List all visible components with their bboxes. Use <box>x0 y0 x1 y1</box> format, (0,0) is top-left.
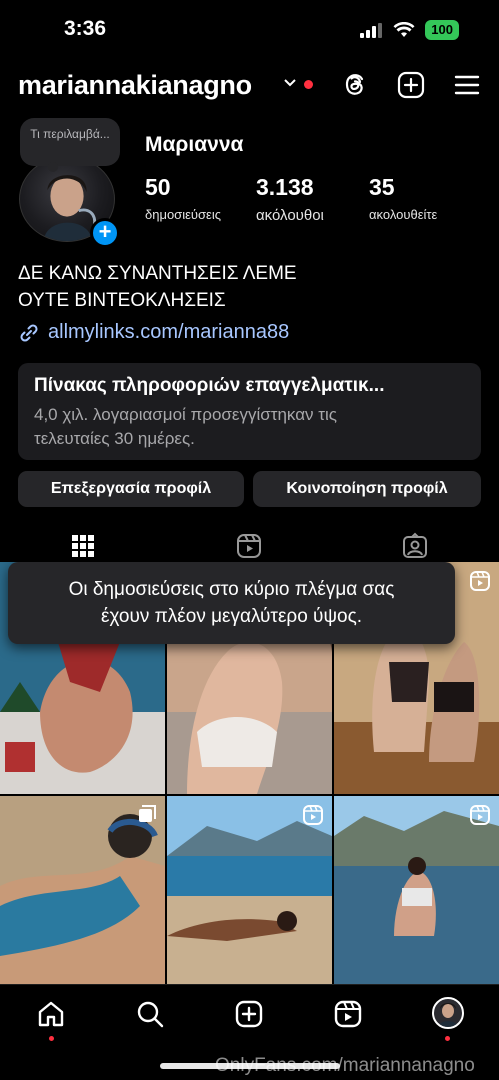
reel-badge-icon <box>303 805 323 825</box>
stat-label: δημοσιεύσεις <box>145 207 221 222</box>
battery-indicator: 100 <box>425 20 459 40</box>
edit-profile-button[interactable]: Επεξεργασία προφίλ <box>18 471 244 507</box>
search-icon[interactable] <box>135 999 165 1029</box>
cellular-signal-icon <box>360 23 383 38</box>
note-text: Τι περιλαμβά... <box>30 127 110 141</box>
grid-post[interactable] <box>167 796 332 984</box>
bio-line: ΟΥΤΕ ΒΙΝΤΕΟΚΛΗΣΕΙΣ <box>18 290 226 311</box>
notification-dot <box>304 80 313 89</box>
home-notification-dot <box>49 1036 54 1041</box>
grid-post[interactable] <box>334 796 499 984</box>
stat-value: 50 <box>145 174 171 200</box>
tooltip-line: Οι δημοσιεύσεις στο κύριο πλέγμα σας <box>68 579 395 600</box>
account-switcher-username[interactable]: mariannakianagno <box>18 70 252 101</box>
dashboard-subtitle-line: τελευταίες 30 ημέρες. <box>34 429 195 448</box>
stat-value: 3.138 <box>256 174 314 200</box>
reels-tab-icon[interactable] <box>235 532 263 560</box>
reel-badge-icon <box>470 571 490 591</box>
stat-label: ακολουθείτε <box>369 207 438 222</box>
bio-link[interactable]: allmylinks.com/marianna88 <box>18 321 289 344</box>
bio-line: ΔΕ ΚΑΝΩ ΣΥΝΑΝΤΗΣΕΙΣ ΛΕΜΕ <box>18 263 297 284</box>
grid-icon[interactable] <box>69 532 97 560</box>
stat-posts[interactable]: 50 δημοσιεύσεις <box>145 174 221 222</box>
stat-label: ακόλουθοι <box>256 207 324 224</box>
profile-header: mariannakianagno <box>0 64 499 108</box>
stat-value: 35 <box>369 174 395 200</box>
wifi-icon <box>393 22 415 37</box>
dashboard-title: Πίνακας πληροφοριών επαγγελματικ... <box>34 375 385 396</box>
dashboard-subtitle: 4,0 χιλ. λογαριασμοί προσεγγίστηκαν τις … <box>34 403 465 451</box>
reels-icon[interactable] <box>333 999 363 1029</box>
status-bar: 3:36 100 <box>0 0 499 60</box>
display-name: Μαριαννα <box>145 133 244 156</box>
create-icon[interactable] <box>234 999 264 1029</box>
create-post-icon[interactable] <box>396 70 426 100</box>
link-text[interactable]: allmylinks.com/marianna88 <box>48 321 289 344</box>
tagged-icon[interactable] <box>401 532 429 560</box>
add-story-button[interactable]: + <box>90 218 120 248</box>
profile-tabs <box>0 532 499 566</box>
share-profile-button[interactable]: Κοινοποίηση προφίλ <box>253 471 481 507</box>
stat-following[interactable]: 35 ακολουθείτε <box>369 174 437 222</box>
bio: ΔΕ ΚΑΝΩ ΣΥΝΑΝΤΗΣΕΙΣ ΛΕΜΕ ΟΥΤΕ ΒΙΝΤΕΟΚΛΗΣ… <box>18 260 297 314</box>
home-icon[interactable] <box>36 999 66 1029</box>
tooltip-line: έχουν πλέον μεγαλύτερο ύψος. <box>101 606 362 627</box>
professional-dashboard[interactable]: Πίνακας πληροφοριών επαγγελματικ... 4,0 … <box>18 363 481 460</box>
reel-badge-icon <box>470 805 490 825</box>
stat-followers[interactable]: 3.138 ακόλουθοι <box>256 174 324 224</box>
avatar-thumbnail <box>438 1003 458 1027</box>
watermark: OnlyFans.com/mariannanagno <box>215 1055 475 1076</box>
grid-height-tooltip[interactable]: Οι δημοσιεύσεις στο κύριο πλέγμα σας έχο… <box>8 562 455 644</box>
status-time: 3:36 <box>64 17 107 40</box>
carousel-badge-icon <box>139 805 156 822</box>
chevron-down-icon[interactable] <box>283 78 297 88</box>
note-bubble[interactable]: Τι περιλαμβά... <box>20 118 120 172</box>
post-thumbnail <box>0 796 165 984</box>
link-icon <box>20 323 38 342</box>
threads-icon[interactable] <box>340 70 370 100</box>
profile-avatar-nav[interactable] <box>432 997 464 1029</box>
grid-post[interactable] <box>0 796 165 984</box>
menu-icon[interactable] <box>452 70 482 100</box>
dashboard-subtitle-line: 4,0 χιλ. λογαριασμοί προσεγγίστηκαν τις <box>34 405 337 424</box>
profile-notification-dot <box>445 1036 450 1041</box>
